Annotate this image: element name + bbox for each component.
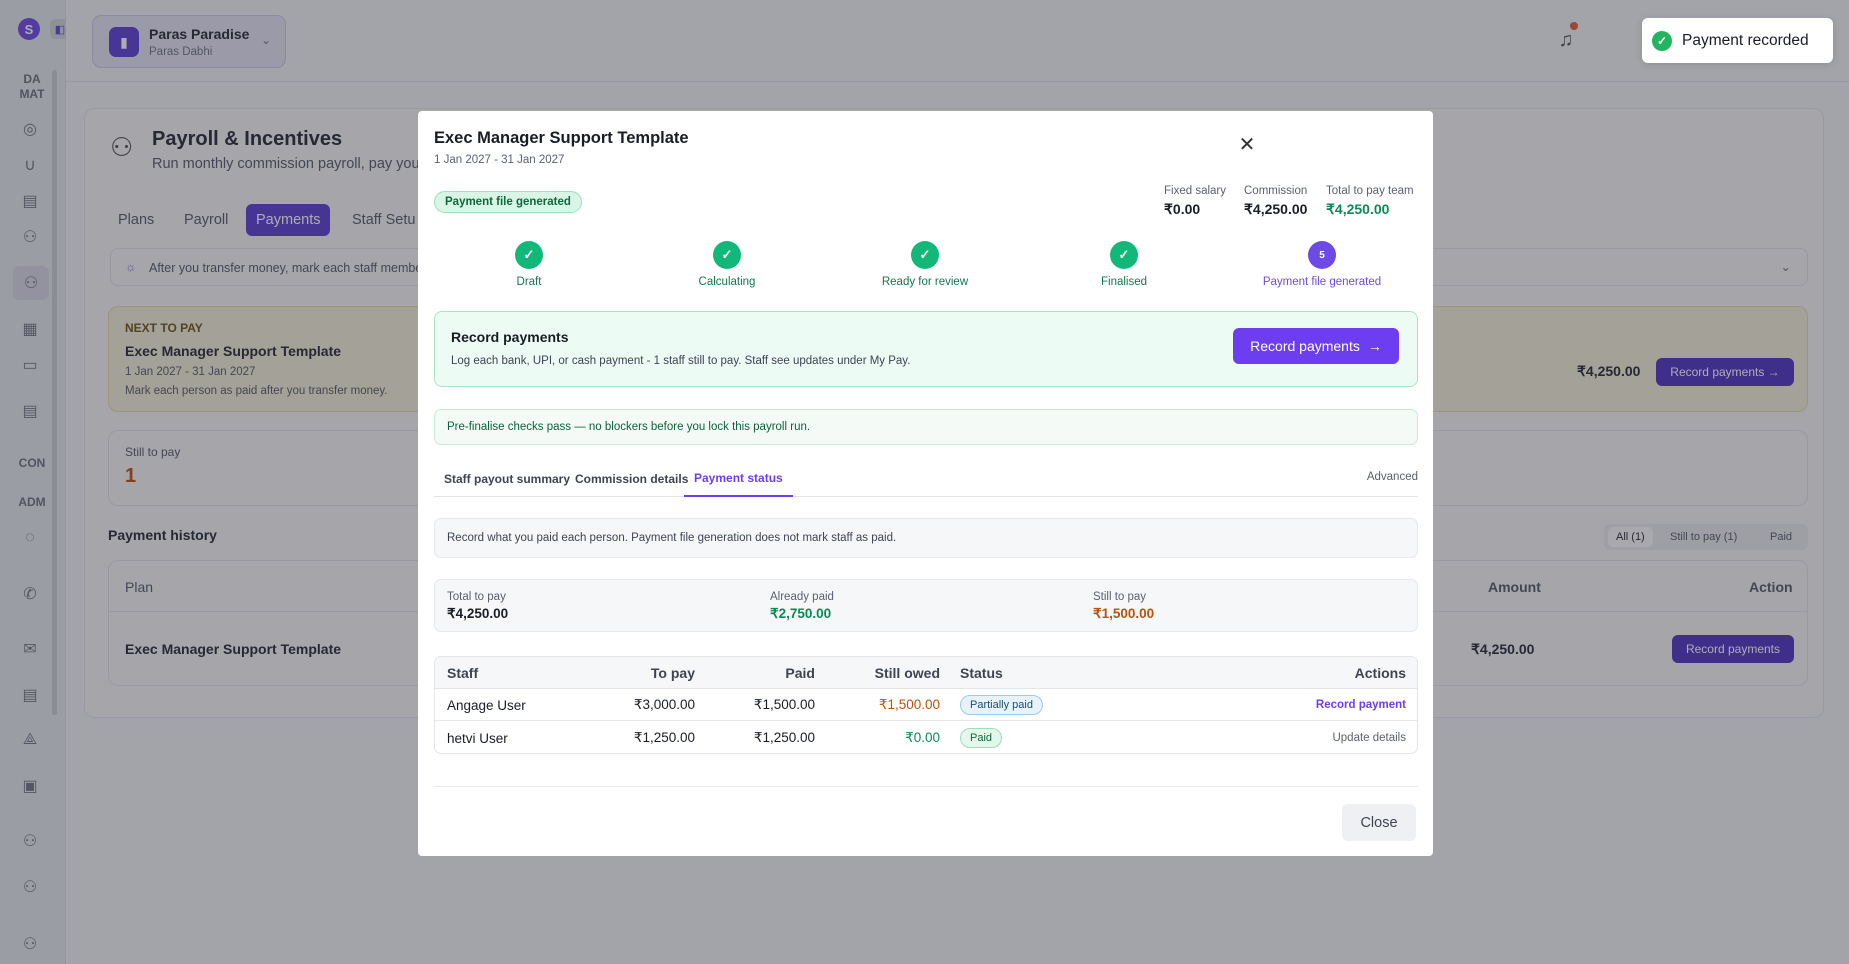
still-owed: ₹1,500.00: [878, 697, 940, 712]
action-cell: Update details: [1235, 722, 1406, 754]
tab-commission-details[interactable]: Commission details: [565, 461, 698, 497]
step-finalised: ✓ Finalised: [1044, 241, 1204, 288]
step-calculating: ✓ Calculating: [647, 241, 807, 288]
staff-name: Angage User: [447, 697, 526, 713]
record-payments-panel: Record payments Log each bank, UPI, or c…: [434, 311, 1418, 387]
table-row: hetvi User ₹1,250.00 ₹1,250.00 ₹0.00 Pai…: [435, 722, 1417, 754]
record-payments-desc: Log each bank, UPI, or cash payment - 1 …: [451, 355, 911, 367]
summary-label: Commission: [1244, 185, 1308, 197]
summary-total: Total to pay team ₹4,250.00: [1326, 185, 1414, 218]
record-payments-title: Record payments: [451, 329, 569, 345]
record-payment-link[interactable]: Record payment: [1316, 699, 1406, 711]
summary-value: ₹0.00: [1164, 201, 1201, 217]
action-cell: Record payment: [1235, 689, 1406, 721]
summary-value: ₹4,250.00: [1326, 201, 1390, 217]
still-owed: ₹0.00: [905, 730, 940, 745]
close-button[interactable]: Close: [1342, 804, 1416, 841]
payment-totals: Total to pay ₹4,250.00 Already paid ₹2,7…: [434, 579, 1418, 632]
record-payments-button[interactable]: Record payments →: [1233, 328, 1399, 364]
summary-value: ₹4,250.00: [1244, 201, 1308, 217]
check-icon: ✓: [515, 241, 543, 269]
check-circle-icon: ✓: [1652, 30, 1672, 51]
payment-note: Record what you paid each person. Paymen…: [434, 518, 1418, 558]
step-label: Ready for review: [881, 276, 969, 288]
payroll-run-modal: Exec Manager Support Template 1 Jan 2027…: [418, 111, 1433, 856]
check-icon: ✓: [1110, 241, 1138, 269]
advanced-link[interactable]: Advanced: [1367, 471, 1418, 483]
status-badge: Payment file generated: [434, 191, 582, 213]
paid: ₹1,500.00: [753, 697, 815, 712]
toast-text: Payment recorded: [1682, 31, 1809, 49]
summary-commission: Commission ₹4,250.00: [1244, 185, 1307, 218]
tab-payment-status[interactable]: Payment status: [684, 461, 793, 497]
step-label: Draft: [516, 276, 542, 288]
footer-divider: [434, 786, 1418, 787]
column-actions: Actions: [1354, 665, 1406, 681]
summary-label: Fixed salary: [1164, 185, 1226, 197]
still-to-pay: Still to pay ₹1,500.00: [1093, 591, 1154, 622]
update-details-link[interactable]: Update details: [1332, 732, 1406, 744]
already-paid: Already paid ₹2,750.00: [770, 591, 834, 622]
modal-title: Exec Manager Support Template: [434, 129, 689, 147]
column-status: Status: [960, 665, 1003, 681]
staff-name: hetvi User: [447, 730, 508, 746]
check-icon: ✓: [713, 241, 741, 269]
column-paid: Paid: [785, 665, 815, 681]
close-icon[interactable]: ✕: [1236, 133, 1258, 156]
step-label: Finalised: [1100, 276, 1148, 288]
check-icon: ✓: [911, 241, 939, 269]
status-badge: Partially paid: [960, 695, 1043, 715]
summary-fixed-salary: Fixed salary ₹0.00: [1164, 185, 1226, 218]
total-value: ₹2,750.00: [770, 606, 832, 621]
step-number: 5: [1308, 241, 1336, 269]
paid: ₹1,250.00: [753, 730, 815, 745]
step-draft: ✓ Draft: [449, 241, 609, 288]
prefinalise-checks: Pre-finalise checks pass — no blockers b…: [434, 409, 1418, 445]
step-label: Payment file generated: [1262, 276, 1382, 288]
record-payments-button-label: Record payments: [1250, 338, 1360, 354]
column-staff: Staff: [447, 665, 479, 681]
status-cell: Partially paid: [960, 689, 1043, 721]
step-payment-file-generated: 5 Payment file generated: [1242, 241, 1402, 288]
status-cell: Paid: [960, 722, 1003, 754]
table-row: Angage User ₹3,000.00 ₹1,500.00 ₹1,500.0…: [435, 689, 1417, 721]
table-header: Staff To pay Paid Still owed Status Acti…: [435, 657, 1417, 689]
total-to-pay: Total to pay ₹4,250.00: [447, 591, 508, 622]
total-label: Still to pay: [1093, 591, 1147, 603]
total-label: Total to pay: [447, 591, 506, 603]
modal-dates: 1 Jan 2027 - 31 Jan 2027: [434, 154, 565, 166]
staff-payment-table: Staff To pay Paid Still owed Status Acti…: [434, 656, 1418, 754]
arrow-right-icon: →: [1367, 338, 1382, 354]
step-ready-for-review: ✓ Ready for review: [845, 241, 1005, 288]
column-still-owed: Still owed: [874, 665, 940, 681]
total-value: ₹1,500.00: [1093, 606, 1155, 621]
tab-staff-payout-summary[interactable]: Staff payout summary: [434, 461, 580, 497]
total-label: Already paid: [770, 591, 834, 603]
modal-tabs: Staff payout summary Commission details …: [434, 461, 1418, 497]
toast-notification: ✓ Payment recorded: [1642, 18, 1833, 63]
column-to-pay: To pay: [650, 665, 695, 681]
step-label: Calculating: [698, 276, 756, 288]
summary-label: Total to pay team: [1326, 185, 1414, 197]
to-pay: ₹1,250.00: [633, 730, 695, 745]
to-pay: ₹3,000.00: [633, 697, 695, 712]
status-badge: Paid: [960, 728, 1003, 748]
total-value: ₹4,250.00: [447, 606, 509, 621]
